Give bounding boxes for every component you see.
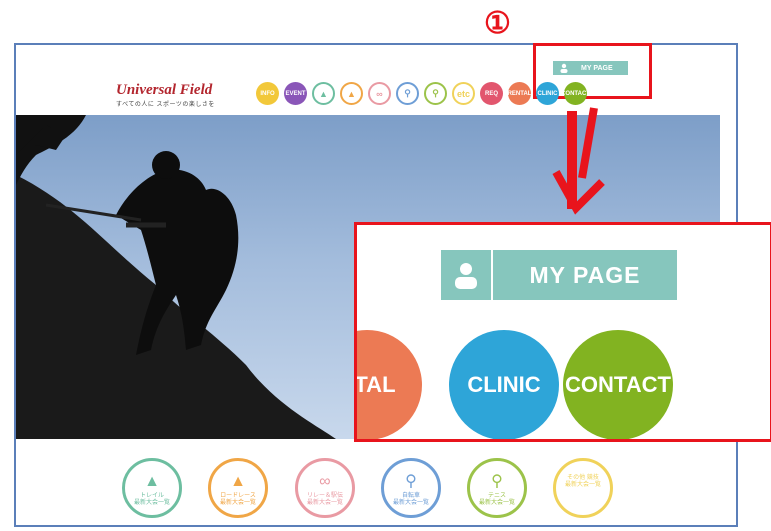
category-circle-3[interactable]: ⚲ 自転車 最新大会一覧 bbox=[381, 458, 441, 518]
nav-item-4[interactable]: ∞ bbox=[368, 82, 391, 105]
nav-item-6[interactable]: ⚲ bbox=[424, 82, 447, 105]
category-title: トレイル bbox=[139, 493, 164, 499]
zoom-circle-ntal[interactable]: NTAL bbox=[357, 330, 422, 439]
category-circle-4[interactable]: ⚲ テニス 最新大会一覧 bbox=[467, 458, 527, 518]
brand[interactable]: Universal Field すべての人に スポーツの楽しさを bbox=[116, 82, 215, 108]
nav-item-3[interactable]: ▲ bbox=[340, 82, 363, 105]
category-subtitle: 最新大会一覧 bbox=[564, 482, 601, 488]
category-glyph-icon: ▲ bbox=[144, 473, 160, 490]
category-glyph-icon: ▲ bbox=[230, 473, 246, 490]
category-circle-1[interactable]: ▲ ロードレース 最新大会一覧 bbox=[208, 458, 268, 518]
nav-item-9[interactable]: RENTAL bbox=[508, 82, 531, 105]
category-subtitle: 最新大会一覧 bbox=[219, 500, 256, 506]
brand-logo: Universal Field bbox=[116, 82, 213, 98]
zoom-circle-contact[interactable]: CONTACT bbox=[563, 330, 673, 439]
category-title: ロードレース bbox=[220, 493, 256, 499]
category-glyph-icon: ⚲ bbox=[491, 473, 503, 490]
my-page-button-zoom[interactable]: MY PAGE bbox=[441, 250, 677, 300]
category-title: その他 競技 bbox=[567, 475, 599, 481]
nav-item-1[interactable]: EVENT bbox=[284, 82, 307, 105]
category-title: テニス bbox=[487, 493, 506, 499]
category-subtitle: 最新大会一覧 bbox=[478, 500, 515, 506]
nav-item-0[interactable]: INFO bbox=[256, 82, 279, 105]
nav-item-2[interactable]: ▲ bbox=[312, 82, 335, 105]
category-subtitle: 最新大会一覧 bbox=[133, 500, 170, 506]
nav-item-5[interactable]: ⚲ bbox=[396, 82, 419, 105]
zoom-circle-clinic[interactable]: CLINIC bbox=[449, 330, 559, 439]
category-circle-0[interactable]: ▲ トレイル 最新大会一覧 bbox=[122, 458, 182, 518]
category-title: リレー＆駅伝 bbox=[306, 493, 343, 499]
nav-item-8[interactable]: REQ bbox=[480, 82, 503, 105]
user-icon bbox=[441, 250, 493, 300]
category-glyph-icon: ⚲ bbox=[405, 473, 417, 490]
category-title: 自転車 bbox=[401, 493, 420, 499]
zoom-callout: MY PAGE NTAL CLINICCONTACT bbox=[354, 222, 771, 442]
annotation-number: ① bbox=[484, 7, 511, 40]
arrow-icon bbox=[552, 107, 605, 215]
category-subtitle: 最新大会一覧 bbox=[306, 500, 343, 506]
nav-item-7[interactable]: etc bbox=[452, 82, 475, 105]
category-glyph-icon: ∞ bbox=[319, 473, 331, 490]
brand-tagline: すべての人に スポーツの楽しさを bbox=[116, 102, 215, 108]
category-circle-2[interactable]: ∞ リレー＆駅伝 最新大会一覧 bbox=[295, 458, 355, 518]
category-subtitle: 最新大会一覧 bbox=[392, 500, 429, 506]
category-circle-5[interactable]: その他 競技 最新大会一覧 bbox=[553, 458, 613, 518]
my-page-label-zoom: MY PAGE bbox=[529, 261, 641, 288]
